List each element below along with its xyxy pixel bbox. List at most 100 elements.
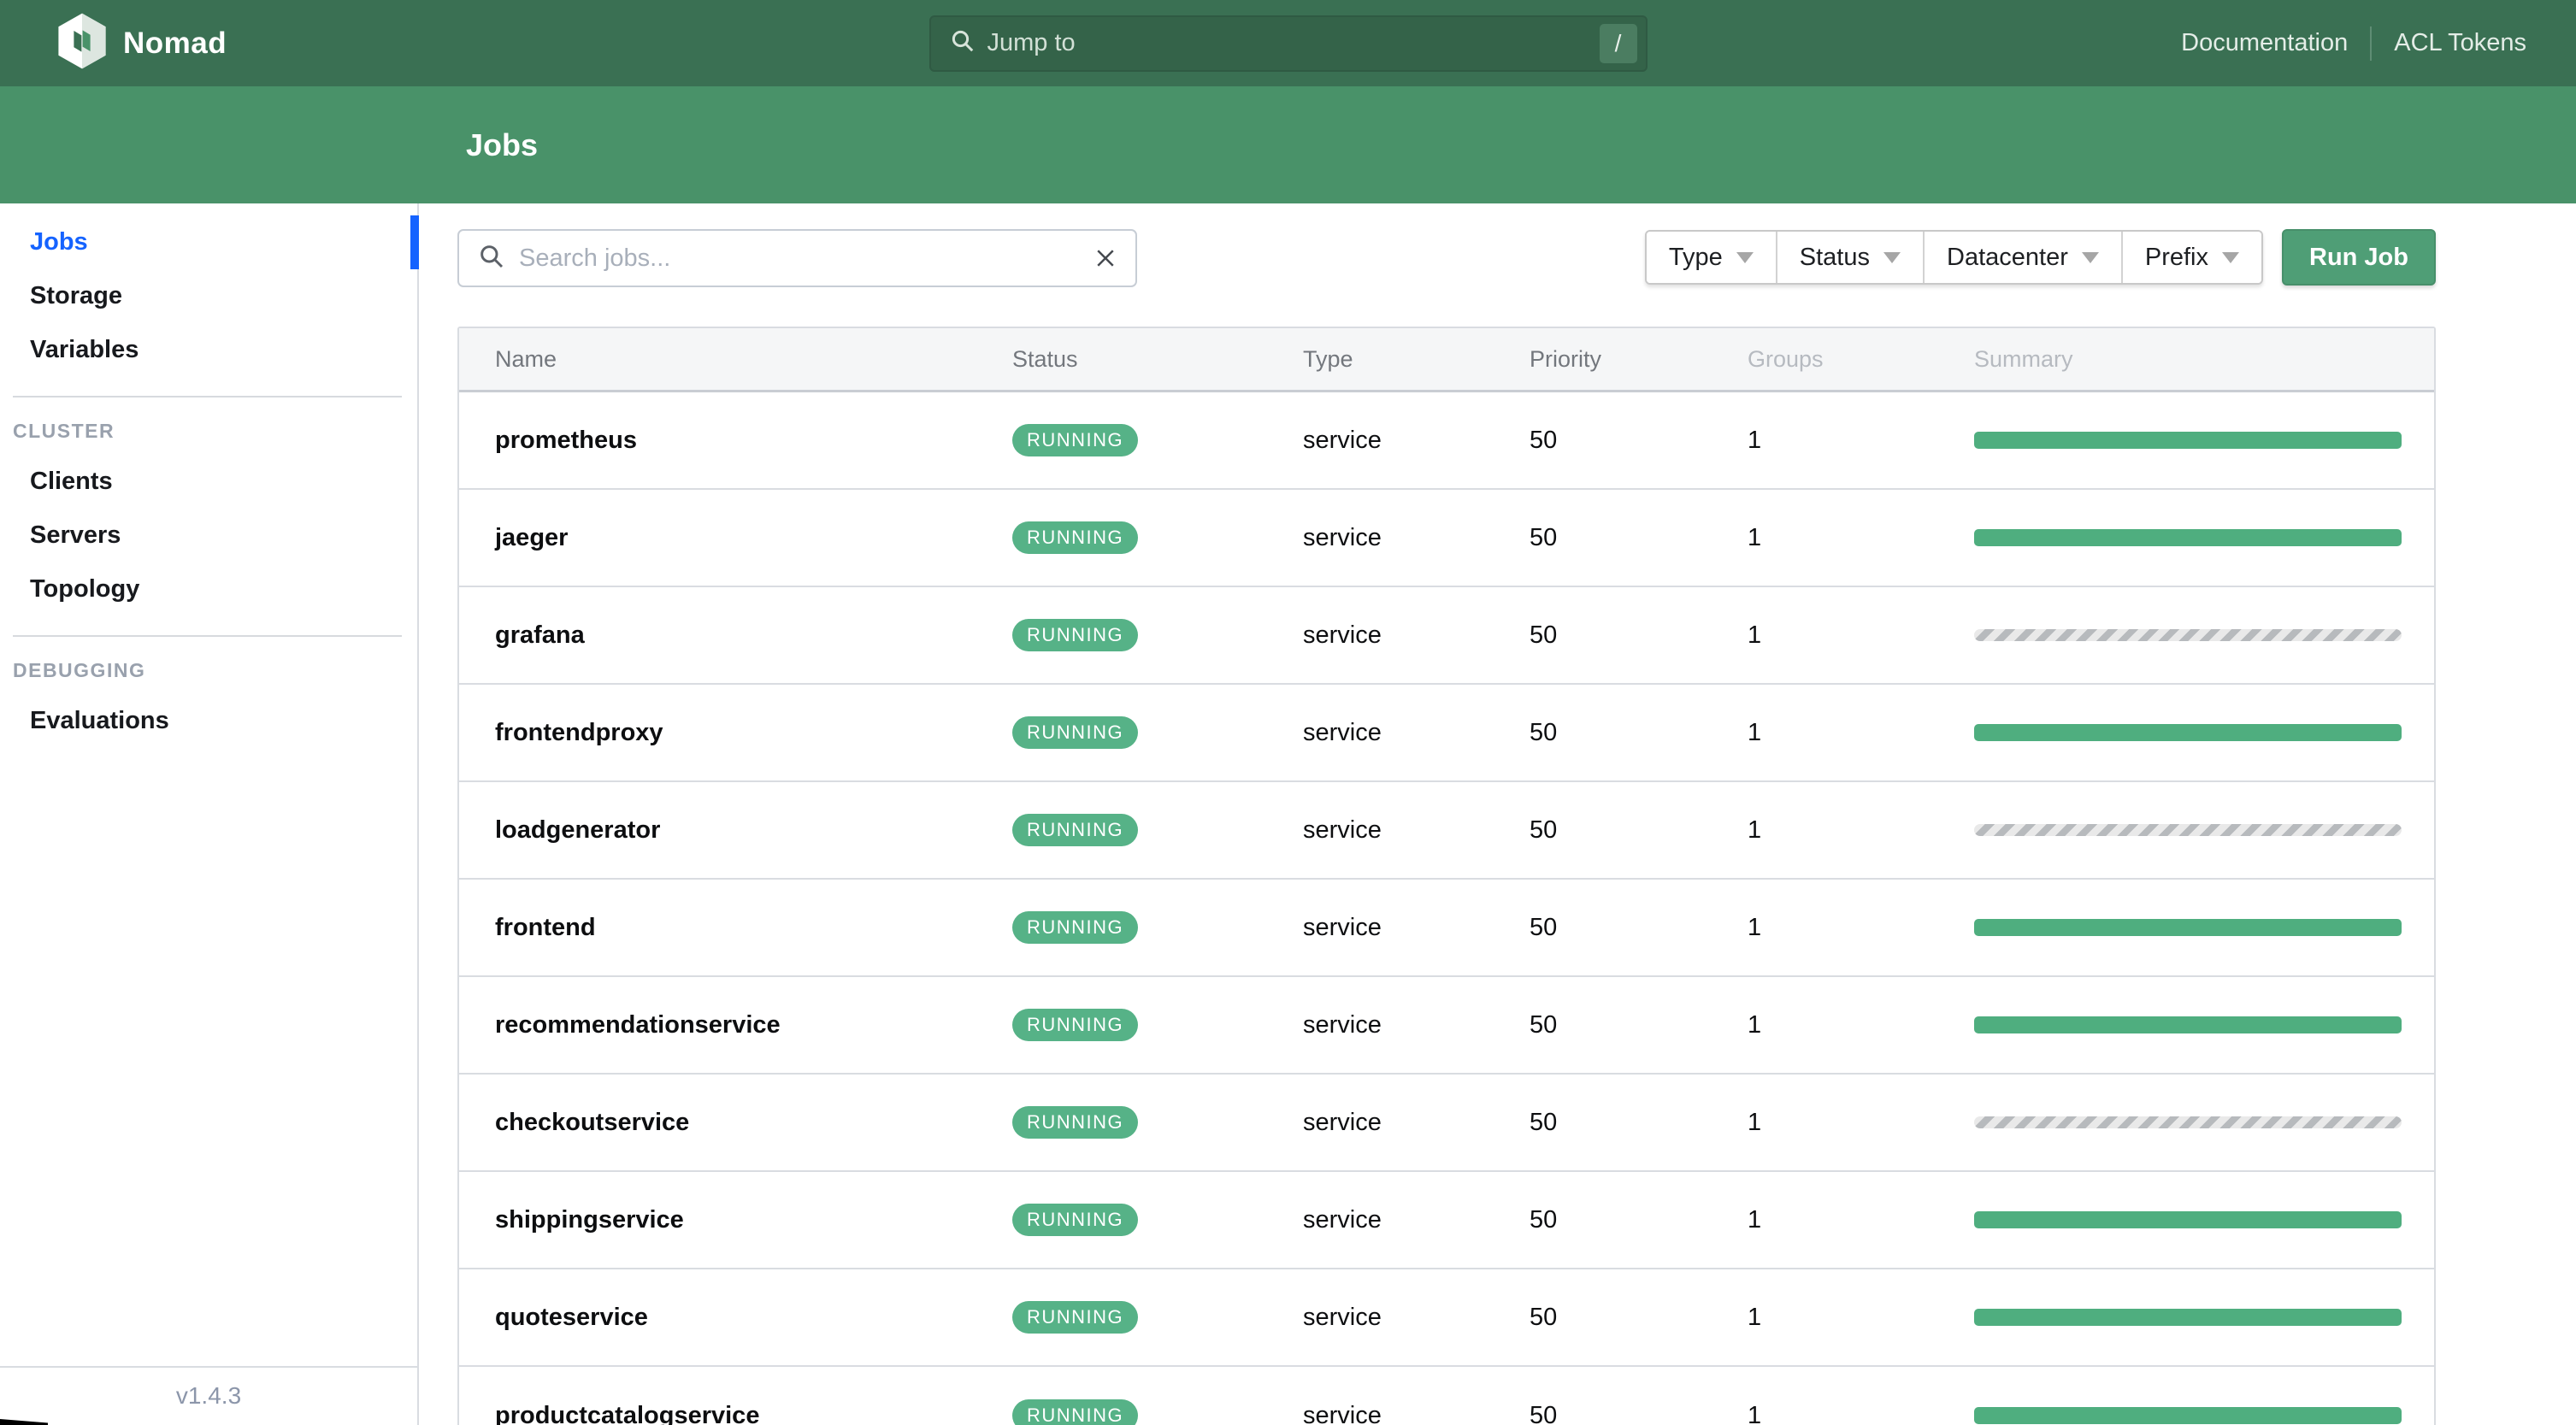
column-header-priority[interactable]: Priority <box>1494 346 1712 373</box>
table-row[interactable]: prometheus RUNNING service 50 1 <box>459 392 2434 490</box>
job-groups: 1 <box>1748 718 1762 746</box>
column-header-groups: Groups <box>1748 345 1824 372</box>
summary-bar <box>1974 432 2402 449</box>
filter-label: Prefix <box>2144 243 2208 271</box>
sidebar-item-variables[interactable]: Variables <box>0 323 417 377</box>
job-name-link[interactable]: frontend <box>459 914 976 942</box>
status-badge: RUNNING <box>1012 1204 1139 1236</box>
job-name-link[interactable]: loadgenerator <box>459 816 976 845</box>
prefix-filter-dropdown[interactable]: Prefix <box>2122 232 2261 283</box>
job-name-link[interactable]: prometheus <box>459 427 976 455</box>
jobs-search-box <box>457 229 1137 287</box>
job-type: service <box>1303 913 1382 941</box>
summary-bar <box>1974 629 2402 641</box>
jobs-table: Name Status Type Priority Groups Summary… <box>457 327 2436 1425</box>
chevron-down-icon <box>1736 251 1754 263</box>
job-type: service <box>1303 1205 1382 1234</box>
jump-to-search[interactable]: Jump to / <box>928 15 1648 72</box>
table-row[interactable]: frontendproxy RUNNING service 50 1 <box>459 685 2434 782</box>
datacenter-filter-dropdown[interactable]: Datacenter <box>1925 232 2123 283</box>
chevron-down-icon <box>1883 251 1901 263</box>
job-type: service <box>1303 426 1382 454</box>
column-header-name[interactable]: Name <box>459 346 976 373</box>
sidebar-item-label: Jobs <box>30 228 88 256</box>
sidebar-item-label: Servers <box>30 521 121 549</box>
job-name-link[interactable]: frontendproxy <box>459 719 976 747</box>
table-row[interactable]: loadgenerator RUNNING service 50 1 <box>459 782 2434 880</box>
filter-label: Status <box>1799 243 1870 271</box>
nomad-brand[interactable]: Nomad <box>56 12 227 74</box>
job-priority: 50 <box>1530 718 1558 746</box>
job-name-link[interactable]: recommendationservice <box>459 1011 976 1039</box>
sidebar-item-topology[interactable]: Topology <box>0 562 417 616</box>
job-type: service <box>1303 1010 1382 1039</box>
page-title: Jobs <box>466 127 539 162</box>
sidebar-item-label: Storage <box>30 282 122 309</box>
job-groups: 1 <box>1748 816 1762 844</box>
status-badge: RUNNING <box>1012 424 1139 456</box>
acl-tokens-link[interactable]: ACL Tokens <box>2394 29 2526 57</box>
filter-dropdown-group: Type Status Datacenter Prefix <box>1644 230 2263 285</box>
job-groups: 1 <box>1748 1108 1762 1136</box>
job-priority: 50 <box>1530 1010 1558 1039</box>
sidebar-item-servers[interactable]: Servers <box>0 509 417 562</box>
job-type: service <box>1303 1303 1382 1331</box>
status-badge: RUNNING <box>1012 521 1139 554</box>
topbar-links: Documentation ACL Tokens <box>2181 0 2526 86</box>
column-header-status[interactable]: Status <box>976 346 1267 373</box>
documentation-link[interactable]: Documentation <box>2181 29 2348 57</box>
search-jobs-input[interactable] <box>519 244 1093 273</box>
sidebar-item-evaluations[interactable]: Evaluations <box>0 694 417 748</box>
status-badge: RUNNING <box>1012 1301 1139 1334</box>
sidebar-item-label: Variables <box>30 336 139 363</box>
chevron-down-icon <box>2222 251 2239 263</box>
table-row[interactable]: recommendationservice RUNNING service 50… <box>459 977 2434 1075</box>
sidebar-item-jobs[interactable]: Jobs <box>0 215 419 269</box>
status-badge: RUNNING <box>1012 1106 1139 1139</box>
clear-search-button[interactable] <box>1093 245 1118 271</box>
jobs-table-body: prometheus RUNNING service 50 1 jaeger R… <box>459 392 2434 1425</box>
status-badge: RUNNING <box>1012 1009 1139 1041</box>
run-job-button[interactable]: Run Job <box>2282 229 2436 286</box>
table-row[interactable]: quoteservice RUNNING service 50 1 <box>459 1269 2434 1367</box>
summary-bar <box>1974 1309 2402 1326</box>
job-type: service <box>1303 1401 1382 1425</box>
status-filter-dropdown[interactable]: Status <box>1777 232 1925 283</box>
column-header-type[interactable]: Type <box>1267 346 1494 373</box>
job-priority: 50 <box>1530 1401 1558 1425</box>
search-icon <box>478 243 505 274</box>
job-name-link[interactable]: shippingservice <box>459 1206 976 1234</box>
table-row[interactable]: frontend RUNNING service 50 1 <box>459 880 2434 977</box>
job-priority: 50 <box>1530 426 1558 454</box>
summary-bar <box>1974 1211 2402 1228</box>
table-row[interactable]: checkoutservice RUNNING service 50 1 <box>459 1075 2434 1172</box>
chevron-down-icon <box>2081 251 2099 263</box>
search-icon <box>950 28 976 58</box>
job-priority: 50 <box>1530 1108 1558 1136</box>
table-row[interactable]: jaeger RUNNING service 50 1 <box>459 490 2434 587</box>
jobs-table-header: Name Status Type Priority Groups Summary <box>459 328 2434 392</box>
page-header: Jobs <box>0 86 2576 203</box>
filter-label: Datacenter <box>1947 243 2068 271</box>
table-row[interactable]: shippingservice RUNNING service 50 1 <box>459 1172 2434 1269</box>
type-filter-dropdown[interactable]: Type <box>1646 232 1777 283</box>
table-row[interactable]: productcatalogservice RUNNING service 50… <box>459 1367 2434 1425</box>
job-name-link[interactable]: productcatalogservice <box>459 1402 976 1425</box>
table-row[interactable]: grafana RUNNING service 50 1 <box>459 587 2434 685</box>
sidebar-item-storage[interactable]: Storage <box>0 269 417 323</box>
filter-controls: Type Status Datacenter Prefix Run Job <box>1644 229 2436 286</box>
nomad-logo-icon <box>56 12 108 74</box>
status-badge: RUNNING <box>1012 814 1139 846</box>
job-type: service <box>1303 621 1382 649</box>
column-header-summary: Summary <box>1974 345 2073 372</box>
slash-shortcut-key: / <box>1599 23 1637 63</box>
sidebar-item-label: Topology <box>30 575 140 603</box>
job-groups: 1 <box>1748 1205 1762 1234</box>
job-name-link[interactable]: jaeger <box>459 524 976 552</box>
job-name-link[interactable]: grafana <box>459 621 976 650</box>
version-label: v1.4.3 <box>0 1366 417 1425</box>
job-name-link[interactable]: checkoutservice <box>459 1109 976 1137</box>
sidebar-item-clients[interactable]: Clients <box>0 455 417 509</box>
job-name-link[interactable]: quoteservice <box>459 1304 976 1332</box>
summary-bar <box>1974 1407 2402 1424</box>
